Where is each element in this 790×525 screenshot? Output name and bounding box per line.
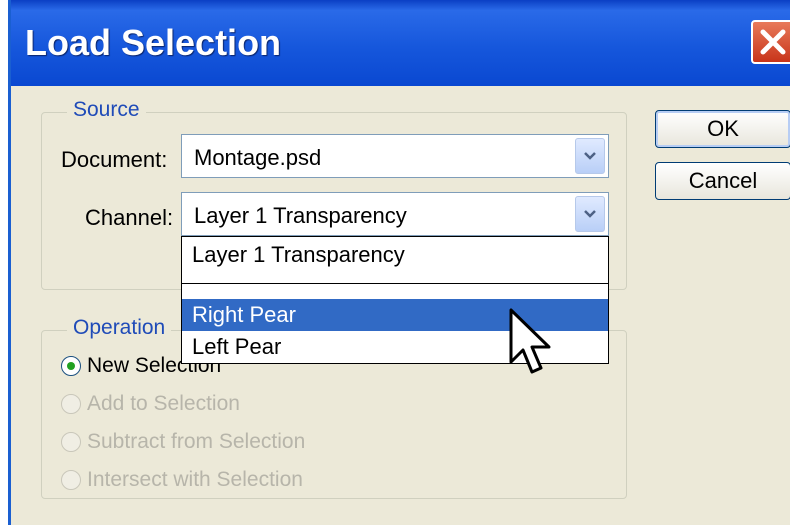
document-dropdown-button[interactable] bbox=[575, 138, 605, 174]
load-selection-dialog: Load Selection Source Document: Montage.… bbox=[8, 0, 790, 525]
channel-value: Layer 1 Transparency bbox=[194, 203, 407, 228]
radio-button bbox=[61, 394, 81, 414]
close-button[interactable] bbox=[751, 20, 790, 64]
window-title: Load Selection bbox=[25, 22, 282, 63]
channel-label: Channel: bbox=[85, 205, 174, 230]
chevron-down-icon bbox=[584, 152, 596, 160]
cancel-button[interactable]: Cancel bbox=[655, 162, 790, 200]
dropdown-separator bbox=[182, 283, 608, 284]
close-x-icon bbox=[760, 29, 786, 55]
title-bar[interactable]: Load Selection bbox=[11, 0, 790, 86]
radio-label: Subtract from Selection bbox=[87, 430, 306, 453]
radio-button bbox=[61, 432, 81, 452]
chevron-down-icon bbox=[584, 210, 596, 218]
radio-dot bbox=[67, 362, 75, 370]
radio-button bbox=[61, 470, 81, 490]
source-legend: Source bbox=[67, 98, 146, 122]
radio-label: Add to Selection bbox=[87, 392, 240, 415]
operation-legend: Operation bbox=[67, 316, 172, 340]
radio-label: Intersect with Selection bbox=[87, 468, 303, 491]
document-label: Document: bbox=[61, 147, 168, 172]
channel-select[interactable]: Layer 1 Transparency bbox=[181, 192, 609, 236]
channel-dropdown-button[interactable] bbox=[575, 196, 605, 232]
document-value: Montage.psd bbox=[194, 145, 322, 170]
mouse-pointer-icon bbox=[509, 308, 551, 374]
radio-button[interactable] bbox=[61, 356, 81, 376]
ok-button[interactable]: OK bbox=[655, 110, 790, 148]
dropdown-option-layer-1-transparency[interactable]: Layer 1 Transparency bbox=[182, 239, 608, 271]
document-select[interactable]: Montage.psd bbox=[181, 134, 609, 178]
